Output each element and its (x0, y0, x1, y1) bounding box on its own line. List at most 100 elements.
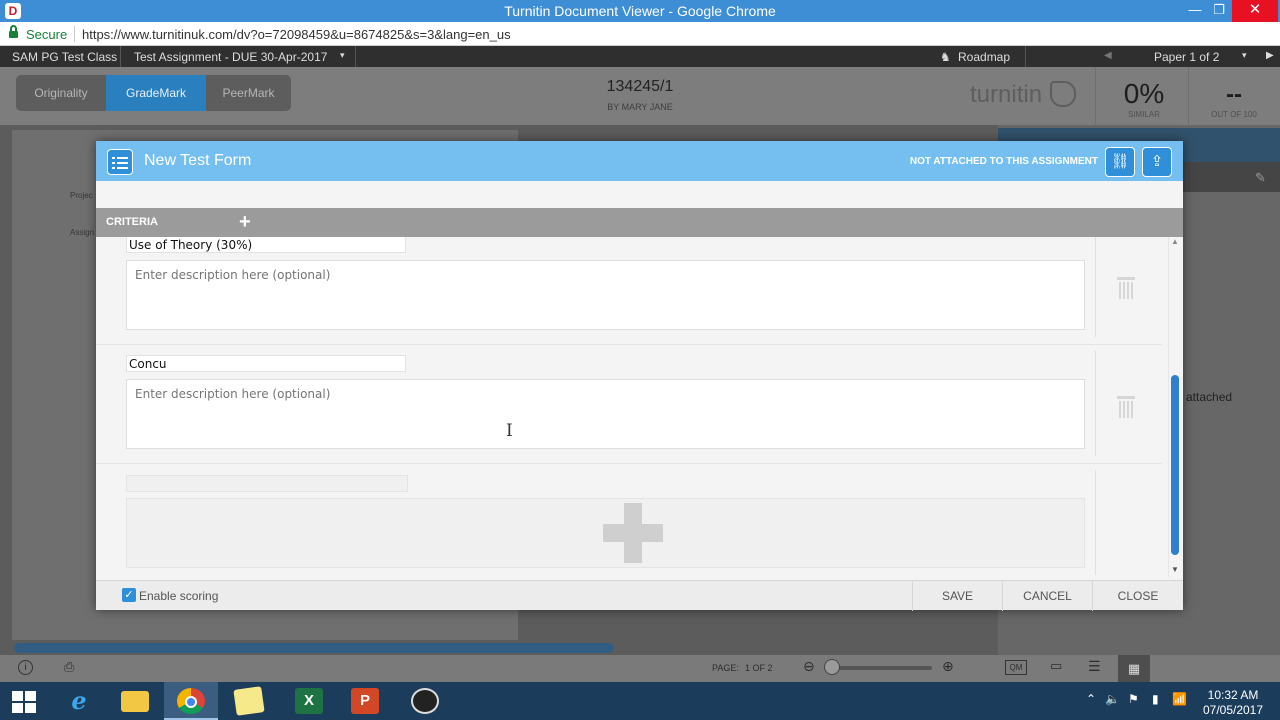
file-explorer-icon[interactable] (108, 682, 162, 720)
enable-scoring-checkbox[interactable]: ✓ (122, 588, 136, 602)
address-bar[interactable]: Secure https://www.turnitinuk.com/dv?o=7… (0, 22, 1280, 46)
similarity-score[interactable]: 0% (1095, 78, 1193, 110)
criteria-list (96, 237, 1183, 577)
minimize-button[interactable]: — (1184, 0, 1206, 22)
criteria-label: CRITERIA (106, 216, 158, 228)
secure-label: Secure (26, 27, 68, 42)
turnitin-navbar: SAM PG Test Class Test Assignment - DUE … (0, 46, 1280, 67)
window-titlebar: D Turnitin Document Viewer - Google Chro… (0, 0, 1280, 22)
list-icon[interactable]: ☰ (1088, 658, 1101, 675)
google-chrome-icon[interactable] (164, 682, 218, 720)
share-icon: ⇪ (1150, 153, 1164, 170)
maximize-button[interactable]: ❐ (1208, 0, 1230, 22)
rubric-form-modal: New Test Form NOT ATTACHED TO THIS ASSIG… (96, 141, 1183, 611)
zoom-out-icon[interactable]: ⊖ (803, 658, 815, 675)
mode-switcher: Originality GradeMark PeerMark (16, 75, 291, 111)
prev-paper-icon[interactable]: ◀ (1104, 50, 1112, 61)
zoom-in-icon[interactable]: ⊕ (942, 658, 954, 675)
windows-start-icon[interactable] (12, 691, 36, 713)
scrollbar-thumb[interactable] (1171, 375, 1179, 555)
battery-icon[interactable]: ▮ (1152, 692, 1159, 706)
next-paper-icon[interactable]: ▶ (1266, 50, 1274, 61)
criterion-name-input[interactable] (126, 237, 406, 253)
text-cursor-icon: I (506, 421, 513, 441)
powerpoint-icon[interactable]: P (338, 682, 392, 720)
save-button[interactable]: SAVE (912, 581, 1002, 611)
paper-navigator[interactable]: Paper 1 of 2 (1154, 50, 1219, 64)
roadmap-link[interactable]: Roadmap (958, 50, 1010, 64)
tab-peermark[interactable]: PeerMark (206, 75, 291, 111)
trash-icon[interactable] (1117, 277, 1135, 299)
grid-icon[interactable]: ▦ (1118, 655, 1150, 682)
modal-footer: ✓ Enable scoring SAVE CANCEL CLOSE (96, 580, 1183, 611)
add-criterion-icon[interactable]: + (239, 211, 251, 234)
grade-label: OUT OF 100 (1211, 110, 1257, 119)
viewer-bottom-bar: i ⎙ PAGE: 1 OF 2 ⊖ ⊕ QM ▭ ☰ ▦ (0, 655, 1280, 682)
caret-down-icon[interactable]: ▾ (340, 50, 345, 61)
nav-divider (120, 46, 121, 67)
excel-icon[interactable]: X (282, 682, 336, 720)
criterion-description-input[interactable] (126, 379, 1085, 449)
paper-id: 134245/1 (606, 78, 674, 95)
column-divider (1095, 470, 1096, 575)
network-icon[interactable]: 📶 (1172, 692, 1187, 706)
new-criterion-placeholder[interactable] (126, 475, 408, 492)
info-icon[interactable]: i (18, 660, 33, 675)
grade-score[interactable]: -- (1188, 81, 1280, 109)
form-list-icon[interactable] (107, 149, 133, 175)
chevron-up-icon[interactable]: ⌃ (1086, 692, 1096, 706)
criteria-scrollbar[interactable]: ▲ ▼ (1168, 237, 1180, 577)
comment-icon[interactable]: ▭ (1050, 658, 1062, 674)
modal-header: New Test Form NOT ATTACHED TO THIS ASSIG… (96, 141, 1183, 181)
cancel-button[interactable]: CANCEL (1002, 581, 1092, 611)
taskbar-clock[interactable]: 10:32 AM 07/05/2017 (1196, 688, 1270, 718)
tab-originality[interactable]: Originality (16, 75, 106, 111)
zoom-slider-thumb[interactable] (824, 659, 840, 675)
print-icon[interactable]: ⎙ (64, 659, 74, 675)
paper-author: BY MARY JANE (607, 102, 673, 112)
url-text[interactable]: https://www.turnitinuk.com/dv?o=72098459… (82, 27, 511, 42)
caret-down-icon[interactable]: ▾ (1242, 50, 1247, 61)
add-criterion-plus-icon[interactable] (603, 503, 663, 563)
close-window-button[interactable]: ✕ (1232, 0, 1278, 22)
criterion-description-input[interactable] (126, 260, 1085, 330)
internet-explorer-icon[interactable]: e (52, 682, 106, 720)
obs-icon[interactable] (398, 682, 452, 720)
column-divider (1095, 351, 1096, 456)
criterion-name-input[interactable] (126, 355, 406, 372)
criterion-divider (96, 344, 1162, 345)
enable-scoring-label[interactable]: Enable scoring (139, 589, 218, 603)
attachment-status: NOT ATTACHED TO THIS ASSIGNMENT (909, 156, 1098, 167)
clock-time: 10:32 AM (1207, 688, 1259, 702)
window-title: Turnitin Document Viewer - Google Chrome (504, 3, 776, 19)
page-label: PAGE: (712, 663, 739, 673)
scroll-up-icon[interactable]: ▲ (1171, 237, 1179, 246)
attach-link-button[interactable]: ⛓ (1105, 147, 1135, 177)
sticky-notes-icon[interactable] (222, 682, 276, 720)
criterion-divider (96, 463, 1162, 464)
nav-divider (1025, 46, 1026, 67)
viewer-toolbar: Originality GradeMark PeerMark 134245/1 … (0, 67, 1280, 125)
class-name[interactable]: SAM PG Test Class (12, 50, 117, 64)
lock-icon (9, 25, 18, 39)
address-separator (74, 26, 75, 42)
share-button[interactable]: ⇪ (1142, 147, 1172, 177)
volume-icon[interactable]: 🔈 (1105, 692, 1120, 706)
scroll-down-icon[interactable]: ▼ (1171, 565, 1179, 574)
link-icon: ⛓ (1110, 153, 1130, 170)
close-button[interactable]: CLOSE (1092, 581, 1183, 611)
zoom-slider-track[interactable] (830, 666, 932, 670)
windows-taskbar: e X P ⌃ 🔈 ⚑ ▮ 📶 (0, 682, 1280, 720)
turnitin-logo: turnitin (970, 81, 1043, 108)
page-value[interactable]: 1 OF 2 (745, 663, 773, 673)
roadmap-icon[interactable]: ♞ (940, 50, 951, 64)
similarity-label: SIMILAR (1127, 110, 1160, 119)
action-center-flag-icon[interactable]: ⚑ (1128, 692, 1139, 706)
tab-grademark[interactable]: GradeMark (106, 75, 206, 111)
quickmark-icon[interactable]: QM (1005, 660, 1027, 675)
assignment-dropdown[interactable]: Test Assignment - DUE 30-Apr-2017 (134, 50, 327, 64)
column-divider (1095, 237, 1096, 337)
nav-divider (355, 46, 356, 67)
trash-icon[interactable] (1117, 396, 1135, 418)
clock-date: 07/05/2017 (1202, 703, 1264, 717)
